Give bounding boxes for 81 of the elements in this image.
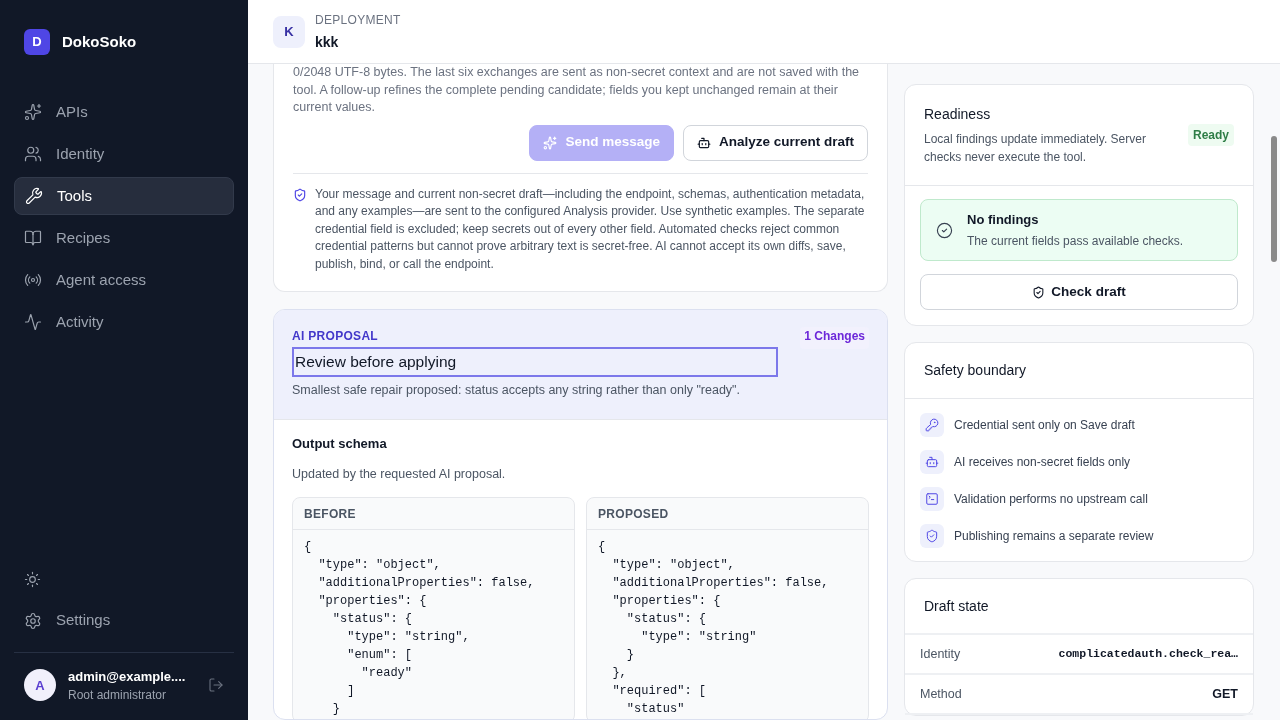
section-note: Updated by the requested AI proposal. [292,466,507,484]
code-line: "type": "string", [346,629,470,646]
broadcast-icon [24,271,42,289]
code-line: "status" [625,701,685,718]
code-line: "ready" [360,665,413,682]
code-line: "type": "object", [317,557,441,574]
code-line: } [625,647,634,664]
robot-icon [920,450,944,474]
code-line: ] [346,683,355,700]
safety-item: Validation performs no upstream call [954,491,1148,508]
shield-check-icon [920,524,944,548]
user-role: Root administrator [68,687,168,704]
header-title: kkk [315,32,340,52]
proposal-title: Review before applying [292,347,778,377]
row-label: Method [920,685,962,703]
code-line: } [331,701,340,718]
nav-item[interactable]: APIs [14,93,234,131]
safety-item: AI receives non-secret fields only [954,454,1131,471]
row-value: GET [1212,685,1238,703]
findings-title: No findings [967,210,1040,229]
card-title: Readiness [924,105,992,124]
code-line: }, [611,665,627,682]
code-line: "status": { [331,611,413,628]
code-line: "additionalProperties": false, [317,575,535,592]
code-line: "additionalProperties": false, [611,575,829,592]
check-draft-button[interactable]: Check draft [920,274,1238,310]
proposal-eyebrow: AI PROPOSAL [292,328,379,345]
key-icon [920,413,944,437]
changes-count: 1 Changes [800,327,869,349]
code-line: "type": "string" [640,629,757,646]
code-line: "status": { [625,611,707,628]
nav-item[interactable]: Tools [14,177,234,215]
code-line: "required": [ [611,683,707,700]
shield-check-icon [1032,285,1046,299]
logout-icon [208,677,224,694]
wrench-icon [25,187,43,205]
code-line: "properties": { [317,593,427,610]
safety-item: Credential sent only on Save draft [954,417,1135,434]
brand-name: DokoSoko [62,31,137,52]
nav-item[interactable]: Identity [14,135,234,173]
findings-note: The current fields pass available checks. [967,233,1184,251]
user-email: admin@example.... [68,667,187,686]
code-line: { [598,539,606,556]
section-title: Output schema [292,434,388,453]
row-value: complicatedauth.check_rea… [1058,646,1238,663]
card-title: Draft state [924,596,989,616]
code-line: "enum": [ [346,647,413,664]
proposal-summary: Smallest safe repair proposed: status accepts any string rather than only "ready". [292,382,741,399]
sparkles-icon [24,103,42,121]
sparkles-icon [543,135,558,150]
brand-logo: D [24,29,50,55]
row-label: Identity [920,645,961,663]
nav-item[interactable]: Agent access [14,261,234,299]
code-line: "type": "object", [611,557,735,574]
shield-check-icon [293,187,307,202]
status-badge: Ready [1187,124,1234,146]
deployment-avatar: K [273,15,305,48]
hint-text: 0/2048 UTF-8 bytes. The last six exchanges are sent as non-secret context and are not saved with the tool. A follow-up refines the complete pending candidate; fields you kept unchanged remain at their current values. [293,64,861,116]
card-note: Local findings update immediately. Server checks never execute the tool. [924,131,1147,166]
privacy-notice: Your message and current non-secret draft—including the endpoint, schemas, authentication metadata, and any examples—are sent to the configured Analysis provider. Use synthetic examples. The separate credential field is excluded; keep secrets out of every other field. Automated checks reject common credential patterns but cannot prove arbitrary text is secret-free. AI cannot accept its own diffs, save, publish, bind, or call the endpoint. [315,185,866,273]
settings-icon [24,611,42,630]
terminal-icon [920,487,944,511]
card-title: Safety boundary [924,361,1026,380]
pulse-icon [24,313,42,331]
code-line: "properties": { [611,593,721,610]
code-line: { [304,539,312,556]
check-circle-icon [936,221,953,239]
safety-item: Publishing remains a separate review [954,528,1154,545]
user-avatar: A [24,669,56,702]
nav-item[interactable]: Activity [14,303,234,341]
book-icon [24,229,42,247]
pane-label: PROPOSED [598,505,669,523]
users-icon [24,145,42,163]
nav-item[interactable]: Settings [14,601,234,640]
sun-icon [23,571,41,588]
analyze-draft-button[interactable]: Analyze current draft [682,124,868,161]
pane-label: BEFORE [304,505,356,523]
logout-button[interactable] [208,677,224,694]
robot-icon [696,135,711,150]
nav-item[interactable]: Recipes [14,219,234,257]
header-eyebrow: DEPLOYMENT [315,11,401,29]
